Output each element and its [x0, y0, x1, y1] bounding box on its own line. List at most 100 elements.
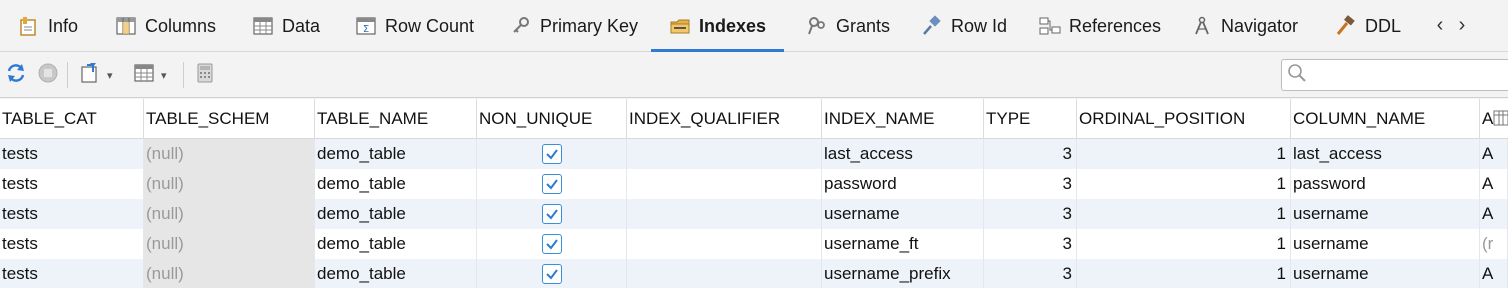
tab-primary-key[interactable]: Primary Key: [510, 0, 638, 52]
info-icon: [18, 15, 40, 37]
cell-index-qualifier[interactable]: [627, 229, 822, 259]
cell-type[interactable]: 3: [984, 139, 1077, 169]
column-header[interactable]: ORDINAL_POSITION: [1077, 99, 1291, 139]
tab-row-count[interactable]: Σ Row Count: [355, 0, 474, 52]
grid-view-button[interactable]: ▾: [133, 62, 167, 88]
search-input[interactable]: [1312, 61, 1508, 89]
cell-index-qualifier[interactable]: [627, 139, 822, 169]
cell-index-name[interactable]: username_prefix: [822, 259, 984, 288]
cell-table-cat[interactable]: tests: [0, 199, 144, 229]
table-header: TABLE_CAT TABLE_SCHEM TABLE_NAME NON_UNI…: [0, 99, 1508, 139]
cell-type[interactable]: 3: [984, 199, 1077, 229]
cell-type[interactable]: 3: [984, 259, 1077, 288]
cell-extra[interactable]: A: [1480, 199, 1508, 229]
toolbar-separator: [183, 62, 184, 88]
cell-ordinal-position[interactable]: 1: [1077, 229, 1291, 259]
column-header[interactable]: TABLE_NAME: [315, 99, 477, 139]
cell-table-name[interactable]: demo_table: [315, 229, 477, 259]
cell-extra[interactable]: A: [1480, 259, 1508, 288]
cell-index-name[interactable]: last_access: [822, 139, 984, 169]
cell-column-name[interactable]: username: [1291, 259, 1480, 288]
toolbar-separator: [67, 62, 68, 88]
column-chooser-icon[interactable]: [1493, 107, 1508, 129]
cell-index-name[interactable]: username: [822, 199, 984, 229]
tab-label: Indexes: [699, 15, 767, 36]
cell-non-unique[interactable]: [477, 259, 627, 288]
tab-label: Primary Key: [540, 15, 639, 36]
tabs-next-button[interactable]: ›: [1453, 12, 1471, 38]
cell-column-name[interactable]: password: [1291, 169, 1480, 199]
table-row[interactable]: tests (null) demo_table password 3 1 password A: [0, 169, 1508, 199]
cell-table-schem[interactable]: (null): [144, 139, 315, 169]
cell-table-name[interactable]: demo_table: [315, 259, 477, 288]
stop-button[interactable]: [37, 62, 59, 88]
cell-column-name[interactable]: last_access: [1291, 139, 1480, 169]
column-header[interactable]: INDEX_QUALIFIER: [627, 99, 822, 139]
cell-non-unique[interactable]: [477, 139, 627, 169]
tabs-prev-button[interactable]: ‹: [1431, 12, 1449, 38]
cell-ordinal-position[interactable]: 1: [1077, 259, 1291, 288]
cell-column-name[interactable]: username: [1291, 229, 1480, 259]
tab-info[interactable]: Info: [18, 0, 78, 52]
table-row[interactable]: tests (null) demo_table username_prefix 3 1 us…: [0, 259, 1508, 288]
tab-columns[interactable]: Columns: [115, 0, 216, 52]
tab-grants[interactable]: Grants: [806, 0, 890, 52]
cell-column-name[interactable]: username: [1291, 199, 1480, 229]
tab-navigator[interactable]: Navigator: [1191, 0, 1298, 52]
cell-index-qualifier[interactable]: [627, 169, 822, 199]
column-header[interactable]: TABLE_CAT: [0, 99, 144, 139]
cell-non-unique[interactable]: [477, 169, 627, 199]
cell-table-cat[interactable]: tests: [0, 169, 144, 199]
export-button[interactable]: ▾: [79, 62, 113, 88]
columns-icon: [115, 15, 137, 37]
tab-ddl[interactable]: DDL: [1335, 0, 1401, 52]
column-header[interactable]: INDEX_NAME: [822, 99, 984, 139]
cell-ordinal-position[interactable]: 1: [1077, 169, 1291, 199]
column-header[interactable]: TABLE_SCHEM: [144, 99, 315, 139]
cell-type[interactable]: 3: [984, 229, 1077, 259]
cell-extra[interactable]: A: [1480, 139, 1508, 169]
table-row[interactable]: tests (null) demo_table last_access 3 1 last_a…: [0, 139, 1508, 169]
cell-extra[interactable]: A: [1480, 169, 1508, 199]
refresh-button[interactable]: [5, 62, 27, 88]
cell-index-qualifier[interactable]: [627, 259, 822, 288]
column-header[interactable]: NON_UNIQUE: [477, 99, 627, 139]
refresh-icon: [5, 62, 27, 89]
tab-row-id[interactable]: Row Id: [921, 0, 1007, 52]
cell-index-qualifier[interactable]: [627, 199, 822, 229]
cell-table-cat[interactable]: tests: [0, 229, 144, 259]
tab-references[interactable]: References: [1039, 0, 1161, 52]
table-row[interactable]: tests (null) demo_table username_ft 3 1 userna…: [0, 229, 1508, 259]
cell-ordinal-position[interactable]: 1: [1077, 199, 1291, 229]
cell-index-name[interactable]: username_ft: [822, 229, 984, 259]
column-header[interactable]: COLUMN_NAME: [1291, 99, 1480, 139]
tab-data[interactable]: Data: [252, 0, 320, 52]
column-header[interactable]: TYPE: [984, 99, 1077, 139]
cell-non-unique[interactable]: [477, 199, 627, 229]
cell-table-schem[interactable]: (null): [144, 169, 315, 199]
cell-table-schem[interactable]: (null): [144, 259, 315, 288]
calculator-button[interactable]: [194, 62, 216, 88]
search-box[interactable]: [1281, 59, 1508, 91]
stop-icon: [37, 62, 59, 89]
ddl-icon: [1335, 15, 1357, 37]
cell-index-name[interactable]: password: [822, 169, 984, 199]
tab-label: Columns: [145, 15, 217, 36]
cell-extra[interactable]: (r: [1480, 229, 1508, 259]
cell-table-schem[interactable]: (null): [144, 229, 315, 259]
cell-ordinal-position[interactable]: 1: [1077, 139, 1291, 169]
cell-type[interactable]: 3: [984, 169, 1077, 199]
checkbox-checked-icon: [541, 174, 562, 194]
references-icon: [1039, 15, 1061, 37]
cell-table-cat[interactable]: tests: [0, 259, 144, 288]
table-row[interactable]: tests (null) demo_table username 3 1 username A: [0, 199, 1508, 229]
cell-table-schem[interactable]: (null): [144, 199, 315, 229]
cell-table-name[interactable]: demo_table: [315, 139, 477, 169]
cell-table-cat[interactable]: tests: [0, 139, 144, 169]
cell-table-name[interactable]: demo_table: [315, 199, 477, 229]
indexes-icon: [669, 15, 691, 37]
tab-label: Info: [48, 15, 79, 36]
cell-table-name[interactable]: demo_table: [315, 169, 477, 199]
cell-non-unique[interactable]: [477, 229, 627, 259]
tab-indexes[interactable]: Indexes: [650, 0, 785, 53]
